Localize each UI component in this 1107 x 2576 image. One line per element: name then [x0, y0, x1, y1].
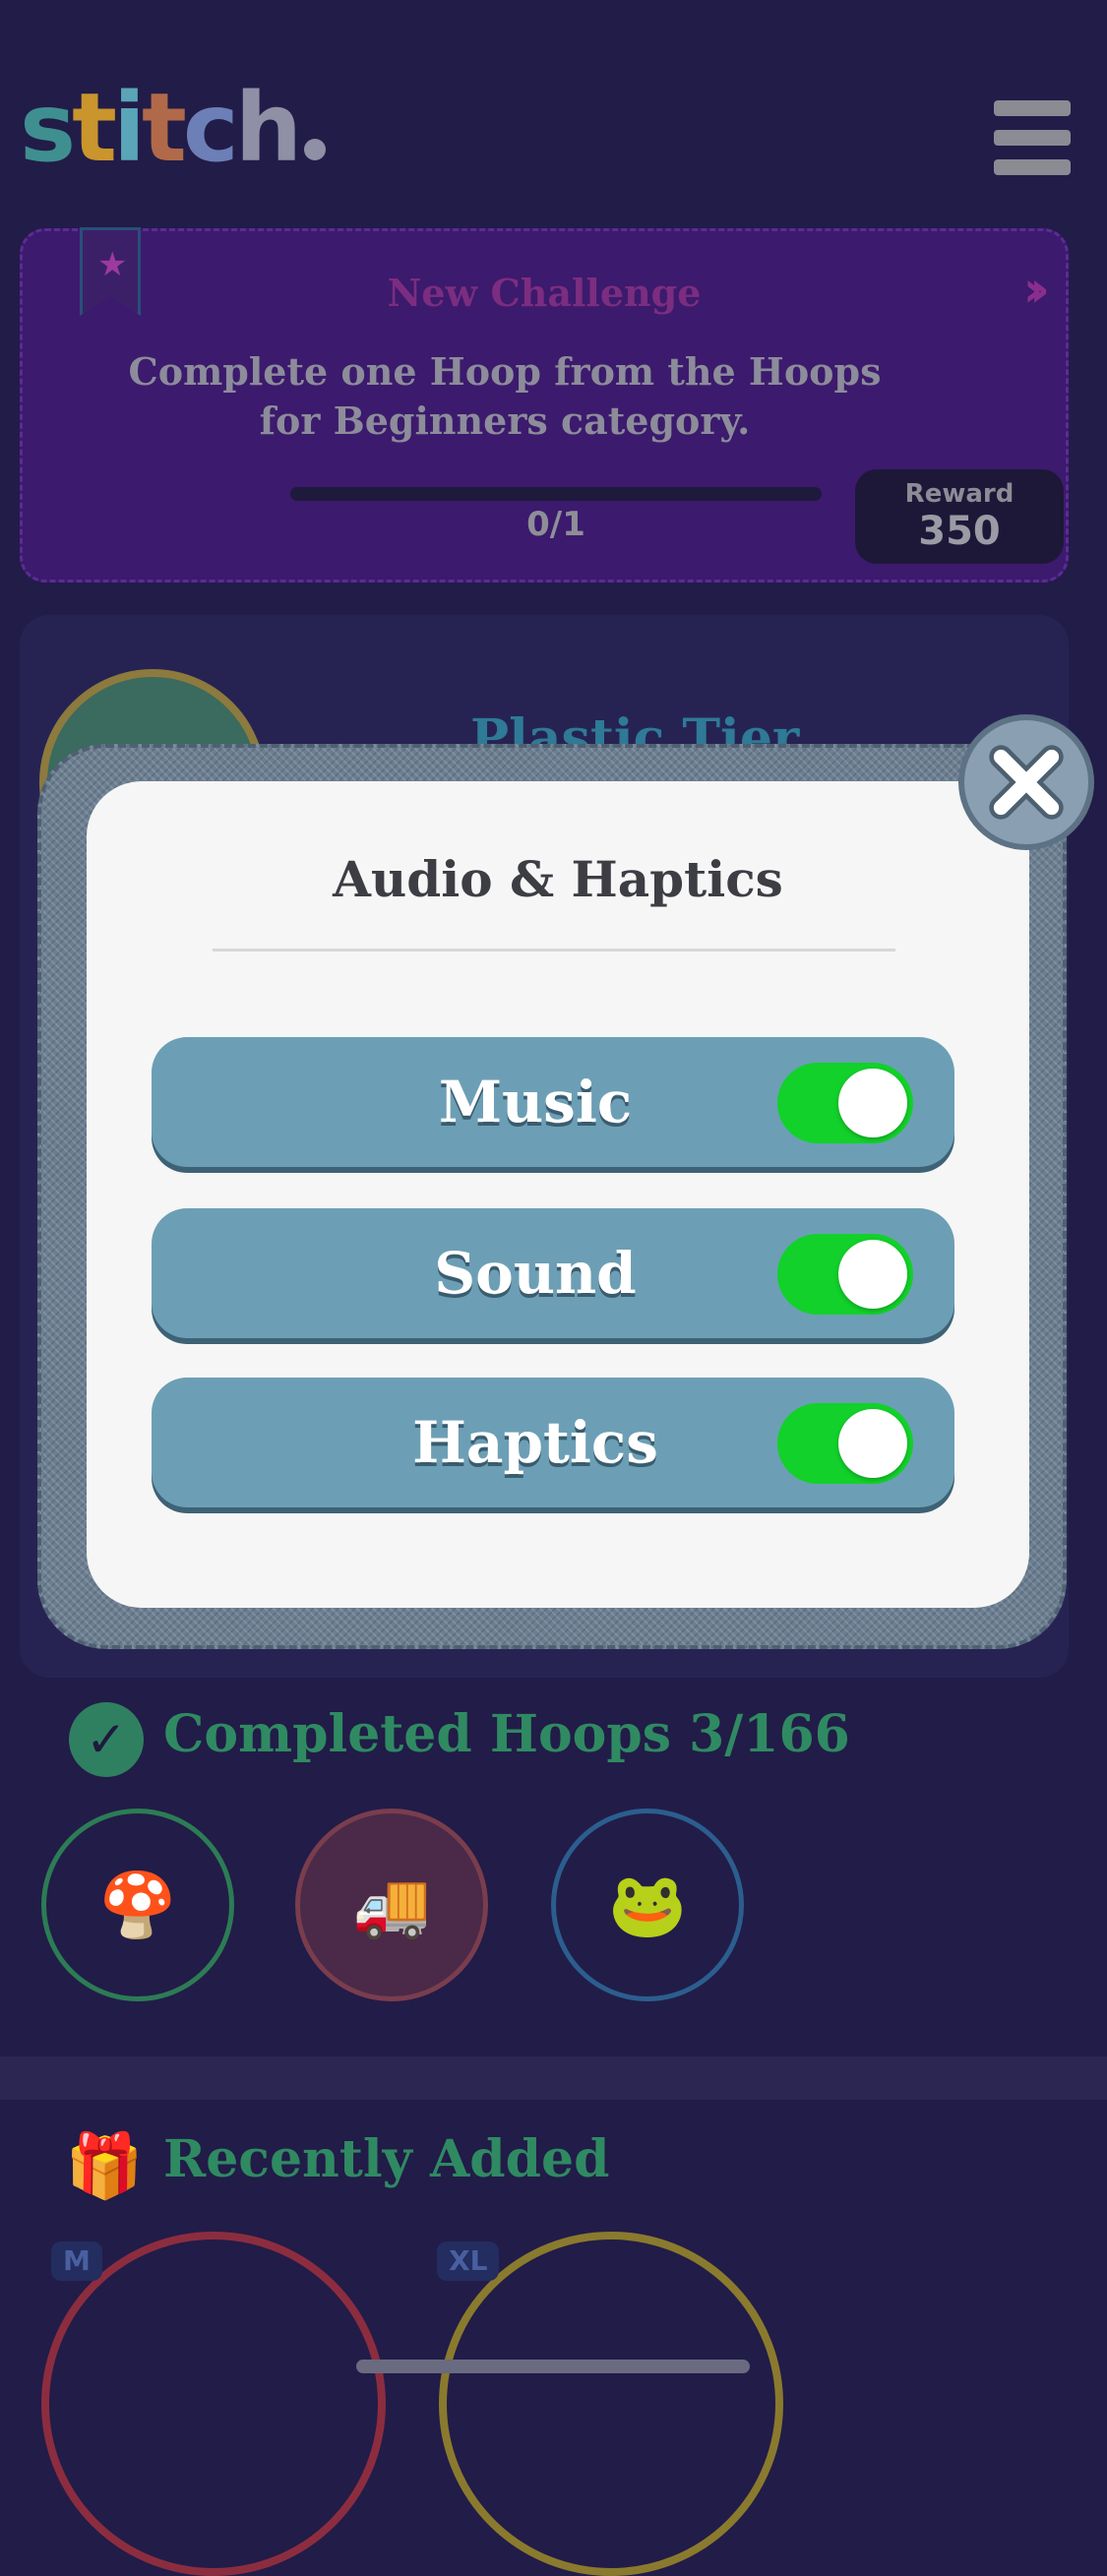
switch-knob — [838, 1240, 907, 1309]
close-button[interactable] — [958, 714, 1094, 850]
audio-haptics-modal: Audio & Haptics Music Sound Haptics — [87, 781, 1029, 1608]
sound-switch[interactable] — [777, 1234, 913, 1315]
music-switch[interactable] — [777, 1063, 913, 1143]
modal-title: Audio & Haptics — [333, 850, 783, 908]
switch-knob — [838, 1069, 907, 1137]
haptics-switch[interactable] — [777, 1403, 913, 1484]
music-toggle-row[interactable]: Music — [152, 1037, 954, 1167]
sound-toggle-row[interactable]: Sound — [152, 1208, 954, 1338]
haptics-toggle-row[interactable]: Haptics — [152, 1378, 954, 1507]
switch-knob — [838, 1409, 907, 1478]
close-icon — [989, 745, 1064, 820]
modal-divider — [213, 949, 895, 951]
